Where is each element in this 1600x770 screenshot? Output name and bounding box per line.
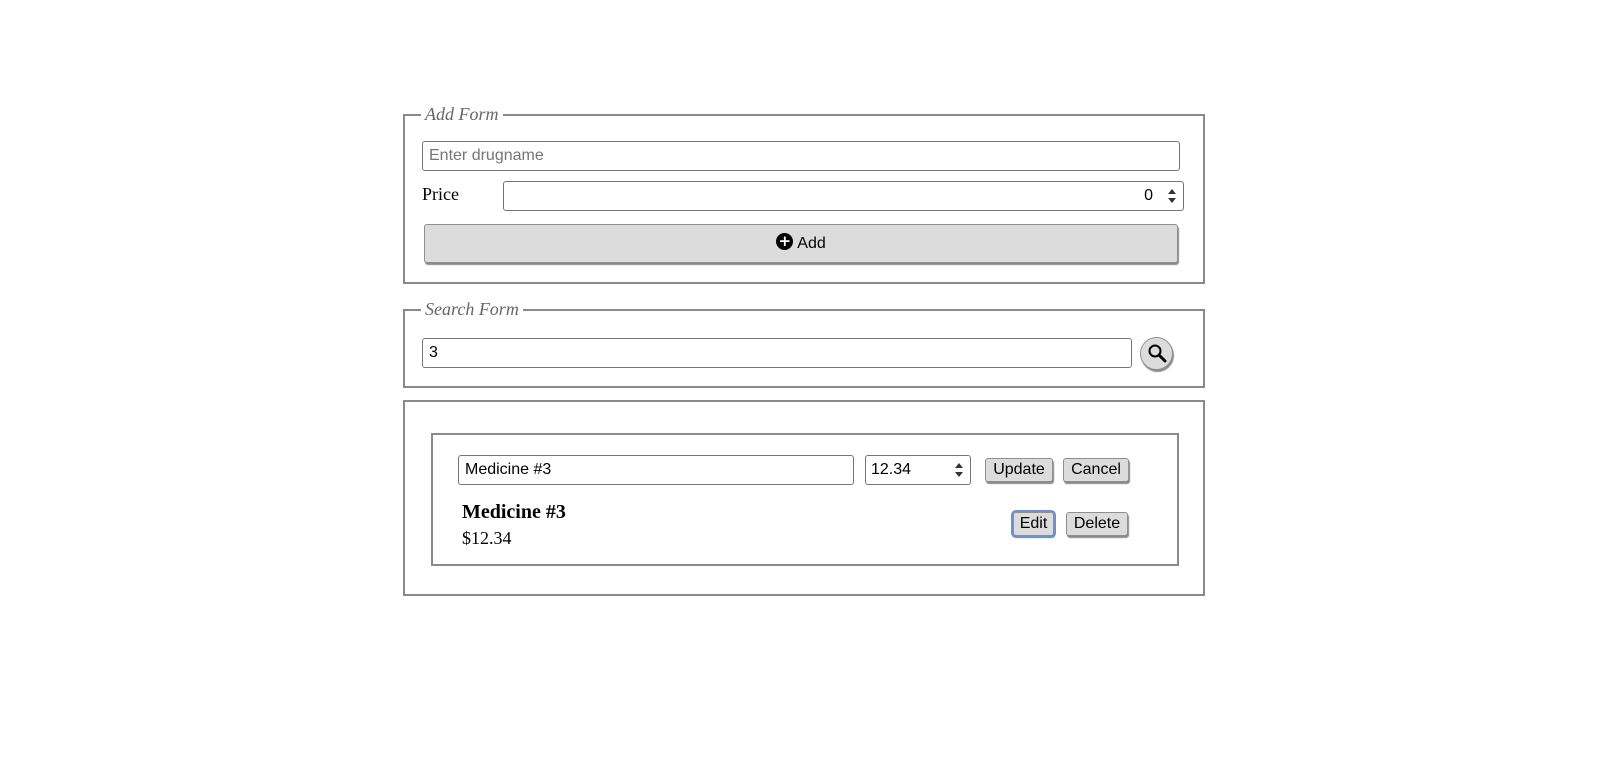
edit-price-input[interactable]: 12.34 xyxy=(865,455,971,485)
price-input[interactable]: 0 xyxy=(503,181,1184,211)
plus-circle-icon: + xyxy=(776,232,794,250)
item-name: Medicine #3 xyxy=(462,501,566,523)
spinner-arrows-icon[interactable] xyxy=(955,463,964,477)
cancel-button[interactable]: Cancel xyxy=(1063,458,1129,482)
add-button[interactable]: + Add xyxy=(424,224,1178,263)
edit-name-input[interactable] xyxy=(458,455,854,485)
add-form-legend: Add Form xyxy=(425,104,499,124)
spinner-arrows-icon[interactable] xyxy=(1168,189,1177,203)
edit-button[interactable]: Edit xyxy=(1011,510,1056,538)
update-button[interactable]: Update xyxy=(985,458,1053,482)
add-button-label: Add xyxy=(797,234,826,252)
search-form-legend: Search Form xyxy=(425,299,519,319)
drugname-input[interactable] xyxy=(422,141,1180,171)
price-label: Price xyxy=(422,184,459,204)
price-value: 0 xyxy=(1144,187,1153,204)
search-input[interactable] xyxy=(422,338,1132,368)
delete-button[interactable]: Delete xyxy=(1066,512,1128,536)
results-container: 12.34 Update Cancel Medicine #3 $12.34 E… xyxy=(403,400,1205,596)
list-item: 12.34 Update Cancel Medicine #3 $12.34 E… xyxy=(431,433,1179,566)
magnifier-icon xyxy=(1148,344,1167,363)
edit-price-value: 12.34 xyxy=(871,461,912,478)
item-price: $12.34 xyxy=(462,528,512,548)
search-button[interactable] xyxy=(1140,337,1173,370)
